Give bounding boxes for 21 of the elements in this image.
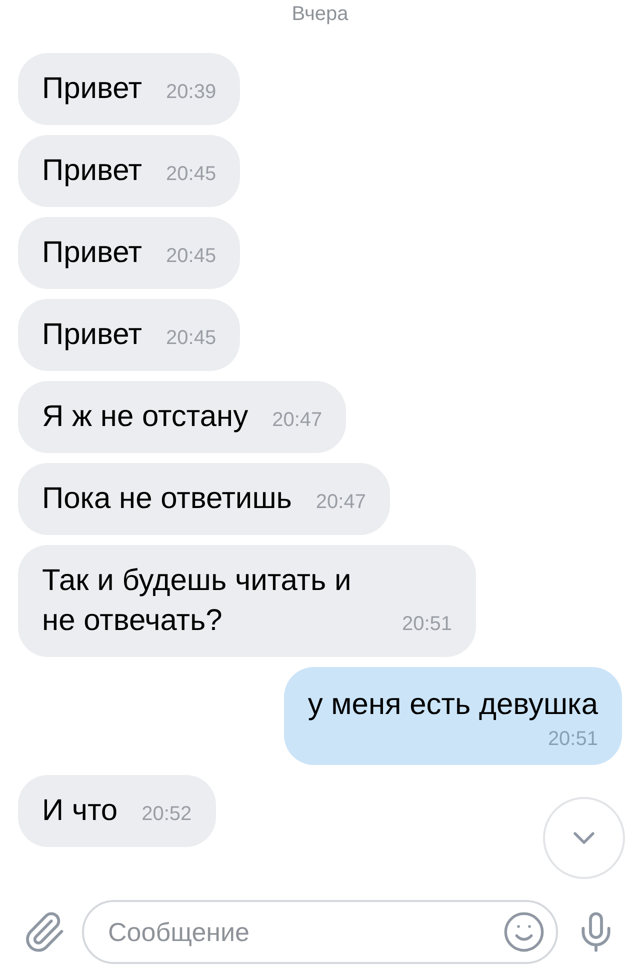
message-text: Привет — [42, 153, 142, 189]
message-time: 20:45 — [166, 326, 216, 351]
message-text: Привет — [42, 235, 142, 271]
message-time: 20:47 — [316, 490, 366, 515]
message-text: у меня есть девушка — [308, 687, 598, 723]
message-text: Я ж не отстану — [42, 399, 248, 435]
message-text: Пока не ответишь — [42, 481, 292, 517]
date-divider: Вчера — [292, 2, 348, 27]
message-time: 20:51 — [548, 727, 598, 752]
message-time: 20:45 — [166, 244, 216, 269]
message-field[interactable]: Сообщение — [82, 900, 558, 964]
message-time: 20:47 — [272, 408, 322, 433]
message-time: 20:39 — [166, 80, 216, 105]
emoji-icon[interactable] — [502, 910, 546, 954]
message-time: 20:51 — [402, 612, 452, 637]
message-text: И что — [42, 793, 118, 829]
message-text: Привет — [42, 317, 142, 353]
message-text: Так и будешь читать и не отвечать? — [42, 563, 352, 639]
message-text: Привет — [42, 71, 142, 107]
message-time: 20:52 — [142, 802, 192, 827]
message-time: 20:45 — [166, 162, 216, 187]
